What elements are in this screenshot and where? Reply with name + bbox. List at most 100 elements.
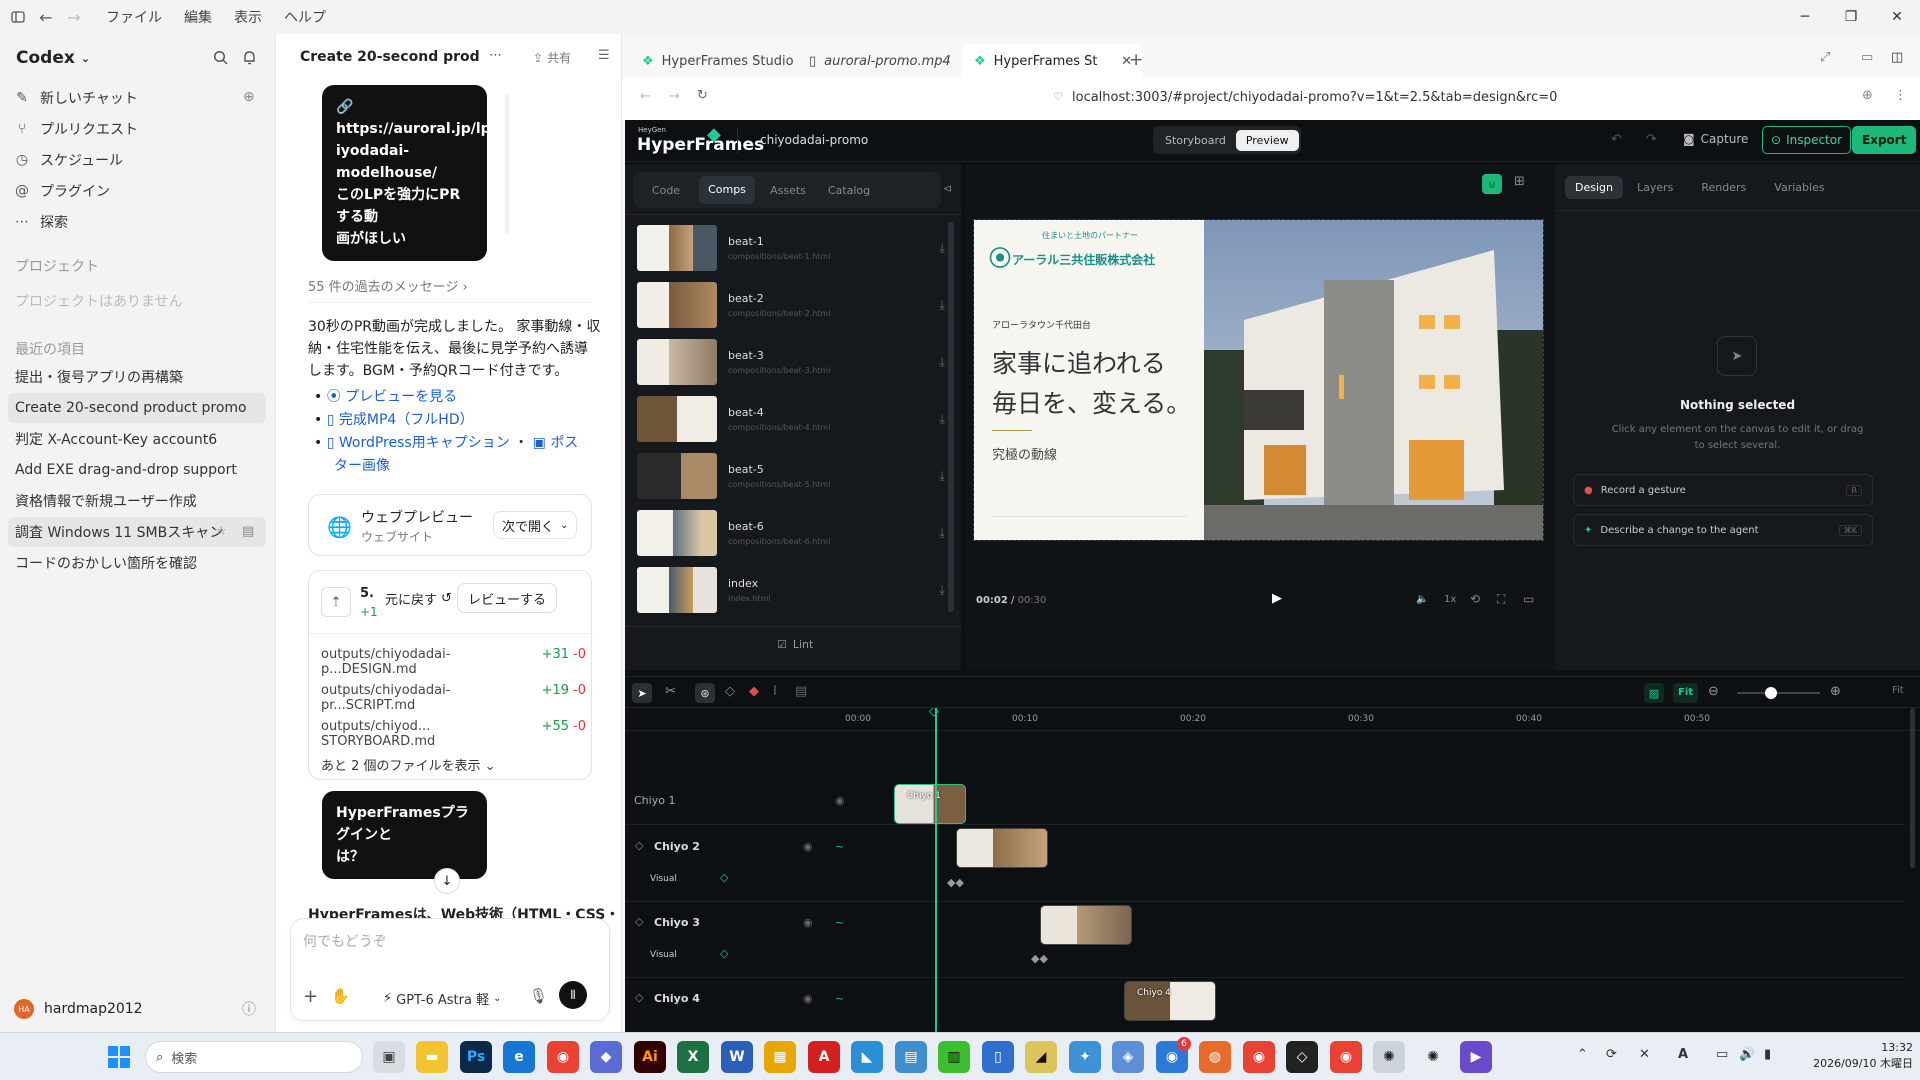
- composer-input[interactable]: 何でもどうぞ: [303, 931, 387, 951]
- timeline-clip-chiyo-1[interactable]: Chiyo 1: [894, 784, 966, 824]
- thumbnail-toggle-icon[interactable]: ▨: [1644, 683, 1664, 703]
- search-icon[interactable]: [213, 50, 228, 65]
- edge-icon[interactable]: e: [503, 1041, 535, 1073]
- select-tool-icon[interactable]: ➤: [632, 683, 652, 703]
- photos-icon[interactable]: ▤: [895, 1041, 927, 1073]
- timeline-clip-chiyo-2[interactable]: [956, 828, 1048, 868]
- recent-item-hovered[interactable]: 調査 Windows 11 SMBスキャン: [8, 517, 266, 547]
- app-icon[interactable]: ◈: [1112, 1041, 1144, 1073]
- record-keyframe-icon[interactable]: ◆: [749, 684, 759, 699]
- add-bookmark-icon[interactable]: ⊕: [1862, 88, 1873, 103]
- zoom-out-icon[interactable]: ⊖: [1708, 684, 1719, 699]
- app-icon[interactable]: ◢: [1025, 1041, 1057, 1073]
- comp-row-beat-1[interactable]: beat-1 compositions/beat-1.html ⤓: [637, 222, 949, 274]
- chrome-icon[interactable]: ◉: [1330, 1041, 1362, 1073]
- url-field[interactable]: localhost:3003/#project/chiyodadai-promo…: [1072, 90, 1557, 105]
- show-more-files[interactable]: あと 2 個のファイルを表示 ⌄: [321, 755, 496, 774]
- app-icon[interactable]: ◣: [851, 1041, 883, 1073]
- caption-icon[interactable]: ▤: [795, 684, 807, 699]
- undo-button[interactable]: 元に戻す ↺: [385, 589, 452, 608]
- open-with-button[interactable]: 次で開く ⌄: [493, 511, 578, 539]
- restore-button[interactable]: ❐: [1828, 0, 1874, 34]
- playback-speed[interactable]: 1x: [1444, 594, 1456, 605]
- track-label-chiyo-3[interactable]: Chiyo 3: [654, 916, 700, 929]
- comp-list-scrollbar[interactable]: [948, 222, 954, 612]
- tab-assets[interactable]: Assets: [755, 184, 821, 197]
- tab-auroral-mp4[interactable]: ▯ auroral-promo.mp4: [809, 44, 951, 78]
- notepad-icon[interactable]: ▯: [982, 1041, 1014, 1073]
- keyframe-diamond-icon[interactable]: ◇: [635, 915, 643, 928]
- recent-item[interactable]: 資格情報で新規ユーザー作成: [8, 486, 266, 516]
- curve-icon[interactable]: ~: [835, 840, 844, 853]
- recent-item-selected[interactable]: Create 20-second product promo: [8, 393, 266, 423]
- expand-icon[interactable]: ⤢: [1820, 50, 1830, 65]
- photoshop-icon[interactable]: Ps: [460, 1041, 492, 1073]
- mic-icon[interactable]: 🎙: [529, 987, 548, 1005]
- keyframe-icon[interactable]: ◇: [725, 684, 735, 699]
- app-tray-icon[interactable]: A: [1678, 1047, 1688, 1062]
- split-view-icon[interactable]: ◫: [1891, 50, 1903, 65]
- menu-file[interactable]: ファイル: [106, 7, 162, 27]
- panel-icon[interactable]: ▭: [1861, 50, 1873, 65]
- file-explorer-icon[interactable]: ▬: [416, 1041, 448, 1073]
- timeline-clip-chiyo-4[interactable]: Chiyo 4: [1124, 981, 1216, 1021]
- comp-row-beat-4[interactable]: beat-4 compositions/beat-4.html ⤓: [637, 393, 949, 445]
- canvas-frame[interactable]: 住まいと土地のパートナー ⦿ アーラル三共住販株式会社 アローラタウン千代田台 …: [973, 219, 1544, 541]
- sidebar-item-schedule[interactable]: ◷ スケジュール: [14, 150, 123, 170]
- tab-renders[interactable]: Renders: [1687, 176, 1760, 199]
- track-label-chiyo-4[interactable]: Chiyo 4: [654, 992, 700, 1005]
- fullscreen-icon[interactable]: ⛶: [1497, 592, 1505, 607]
- download-icon[interactable]: ⤓: [939, 298, 945, 313]
- curve-icon[interactable]: ~: [835, 992, 844, 1005]
- zoom-slider[interactable]: [1737, 692, 1820, 694]
- comp-row-beat-3[interactable]: beat-3 compositions/beat-3.html ⤓: [637, 336, 949, 388]
- review-button[interactable]: レビューする: [457, 583, 558, 613]
- grid-icon[interactable]: ⊞: [1514, 174, 1525, 189]
- app-icon[interactable]: ▥: [938, 1041, 970, 1073]
- link-poster-cont[interactable]: ター画像: [334, 458, 390, 474]
- tab-hyperframes-studio[interactable]: ❖ HyperFrames Studio: [642, 44, 794, 78]
- app-icon[interactable]: ✦: [1069, 1041, 1101, 1073]
- describe-change-button[interactable]: ✦ Describe a change to the agent ⌘K: [1573, 514, 1873, 546]
- keyframe-diamond-icon[interactable]: ◇: [720, 947, 728, 960]
- comp-row-beat-6[interactable]: beat-6 compositions/beat-6.html ⤓: [637, 507, 949, 559]
- menu-view[interactable]: 表示: [234, 7, 262, 27]
- capture-button[interactable]: ◙ Capture: [1683, 132, 1748, 146]
- recent-item[interactable]: 判定 X-Account-Key account6: [8, 424, 266, 454]
- download-icon[interactable]: ⤓: [939, 355, 945, 370]
- download-icon[interactable]: ⤓: [939, 469, 945, 484]
- loop-icon[interactable]: ⟲: [1470, 592, 1480, 606]
- volume-icon[interactable]: 🔊: [1739, 1047, 1755, 1062]
- tab-code[interactable]: Code: [633, 184, 699, 197]
- browser-menu-icon[interactable]: ⋮: [1894, 88, 1907, 103]
- word-icon[interactable]: W: [721, 1041, 753, 1073]
- sidebar-toggle-icon[interactable]: [8, 7, 28, 27]
- playhead[interactable]: [935, 708, 937, 1032]
- lint-button[interactable]: ☑ Lint: [777, 638, 813, 651]
- collapse-panel-icon[interactable]: ⊲: [943, 182, 952, 195]
- snap-icon[interactable]: ⊛: [695, 683, 715, 703]
- hand-icon[interactable]: ✋: [331, 987, 350, 1005]
- undo-icon[interactable]: ↶: [1611, 132, 1622, 147]
- eye-icon[interactable]: ◉: [803, 992, 813, 1005]
- track-label-chiyo-2[interactable]: Chiyo 2: [654, 840, 700, 853]
- recent-item[interactable]: 提出・復号アプリの再構築: [8, 362, 266, 392]
- close-window-button[interactable]: ✕: [1874, 0, 1920, 34]
- app-switcher[interactable]: Codex ⌄: [16, 48, 90, 68]
- battery-icon[interactable]: ▮: [1764, 1047, 1771, 1062]
- chevron-up-icon[interactable]: ⌃: [1577, 1047, 1588, 1062]
- share-button[interactable]: ⇪ 共有: [533, 49, 571, 66]
- acrobat-icon[interactable]: A: [808, 1041, 840, 1073]
- tab-catalog[interactable]: Catalog: [821, 184, 877, 197]
- volume-icon[interactable]: 🔈: [1416, 594, 1428, 605]
- record-gesture-button[interactable]: ● Record a gesture R: [1573, 474, 1873, 506]
- chatgpt-icon[interactable]: ✺: [1373, 1041, 1405, 1073]
- comp-row-index[interactable]: index index.html ⤓: [637, 564, 949, 616]
- voice-mode-button[interactable]: ⦀: [559, 981, 587, 1009]
- illustrator-icon[interactable]: Ai: [634, 1041, 666, 1073]
- archive-icon[interactable]: ▤: [242, 524, 254, 539]
- network-icon[interactable]: ▭: [1716, 1047, 1728, 1062]
- new-tab-icon[interactable]: +: [1129, 50, 1143, 70]
- menu-help[interactable]: ヘルプ: [284, 7, 326, 27]
- firefox-icon[interactable]: ◍: [1199, 1041, 1231, 1073]
